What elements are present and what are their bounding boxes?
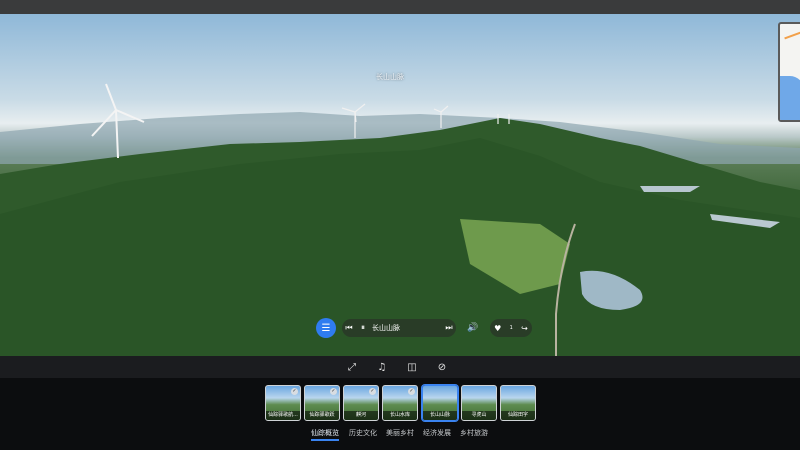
heart-icon[interactable]: ♥: [494, 324, 501, 333]
vr-icon[interactable]: ◫: [404, 359, 420, 375]
minimap[interactable]: [778, 22, 800, 122]
tab-economy[interactable]: 经济发展: [423, 428, 451, 438]
music-icon[interactable]: ♫: [374, 359, 390, 375]
next-icon[interactable]: ⏭: [442, 323, 456, 333]
tab-history[interactable]: 历史文化: [349, 428, 377, 438]
tab-village[interactable]: 美丽乡村: [386, 428, 414, 438]
thumbnail-2[interactable]: ✓ 仙踪驿歌跃: [304, 385, 340, 421]
thumbnail-7[interactable]: 仙踪田字: [500, 385, 536, 421]
thumbnail-label: 长山水库: [383, 411, 417, 420]
share-icon[interactable]: ↪: [521, 324, 528, 333]
expand-icon[interactable]: ⤢: [344, 359, 360, 375]
previous-icon[interactable]: ⏮: [342, 323, 356, 333]
thumbnail-6[interactable]: 寻虎山: [461, 385, 497, 421]
check-icon: ✓: [291, 388, 298, 395]
tab-tourism[interactable]: 乡村旅游: [460, 428, 488, 438]
like-share-group: ♥ 1 ↪: [490, 319, 532, 337]
landscape-illustration: [0, 83, 800, 356]
minimap-road: [784, 30, 800, 40]
thumbnail-5[interactable]: 长山山脉: [422, 385, 458, 421]
panorama-view[interactable]: 长山山脉: [0, 14, 800, 356]
top-bar: [0, 0, 800, 14]
thumbnail-label: 麒河: [344, 411, 378, 420]
audio-player: ☰ ⏮ ⏸ 长山山脉 ⏭ 🔊 ♥ 1 ↪: [316, 318, 532, 338]
pause-icon[interactable]: ⏸: [356, 323, 370, 333]
bottom-toolbar: ⤢ ♫ ◫ ⊘: [0, 356, 800, 378]
scene-thumbnails: ✓ 仙踪驿歌航... ✓ 仙踪驿歌跃 ✓ 麒河 ✓ 长山水库 长山山脉 寻虎山 …: [0, 385, 800, 423]
thumbnail-4[interactable]: ✓ 长山水库: [382, 385, 418, 421]
thumbnail-1[interactable]: ✓ 仙踪驿歌航...: [265, 385, 301, 421]
menu-icon[interactable]: ☰: [316, 318, 336, 338]
scene-title: 长山山脉: [376, 73, 404, 81]
check-icon: ✓: [369, 388, 376, 395]
thumbnail-label: 仙踪驿歌航...: [266, 411, 300, 420]
playback-controls: ⏮ ⏸ 长山山脉 ⏭: [342, 319, 456, 337]
track-name: 长山山脉: [372, 324, 400, 332]
volume-icon[interactable]: 🔊: [464, 319, 482, 337]
thumbnail-label: 仙踪田字: [501, 411, 535, 420]
minimap-water: [780, 76, 800, 120]
tab-overview[interactable]: 仙踪概览: [311, 428, 339, 441]
category-tabs: 仙踪概览 历史文化 美丽乡村 经济发展 乡村旅游: [0, 428, 800, 444]
check-icon: ✓: [408, 388, 415, 395]
thumbnail-label: 长山山脉: [423, 411, 457, 420]
thumbnail-3[interactable]: ✓ 麒河: [343, 385, 379, 421]
like-count: 1: [509, 325, 513, 331]
check-icon: ✓: [330, 388, 337, 395]
thumbnail-label: 寻虎山: [462, 411, 496, 420]
gyroscope-icon[interactable]: ⊘: [434, 359, 450, 375]
thumbnail-label: 仙踪驿歌跃: [305, 411, 339, 420]
